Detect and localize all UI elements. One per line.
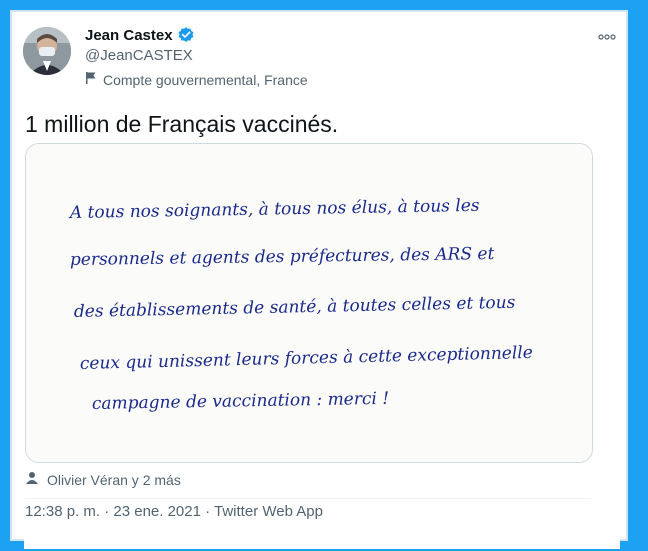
author-name[interactable]: Jean Castex: [85, 27, 173, 44]
tweet-media[interactable]: A tous nos soignants, à tous nos élus, à…: [25, 143, 593, 463]
avatar-image: [23, 27, 71, 75]
verified-badge-icon: [177, 26, 195, 44]
handwritten-letter: A tous nos soignants, à tous nos élus, à…: [26, 144, 592, 462]
tweet-text: 1 million de Français vaccinés.: [25, 111, 339, 137]
author-name-row[interactable]: Jean Castex: [85, 26, 195, 44]
author-handle[interactable]: @JeanCASTEX: [85, 47, 193, 64]
gov-label-row: Compte gouvernemental, France: [85, 71, 308, 88]
tagged-users[interactable]: Olivier Véran y 2 más: [47, 472, 181, 488]
divider: [25, 498, 591, 499]
gov-label: Compte gouvernemental, France: [103, 71, 308, 88]
tweet-timestamp[interactable]: 12:38 p. m. · 23 ene. 2021 · Twitter Web…: [25, 503, 323, 520]
more-icon[interactable]: [598, 27, 616, 45]
tagged-row[interactable]: Olivier Véran y 2 más: [25, 471, 181, 488]
avatar[interactable]: [23, 27, 71, 75]
person-icon: [25, 471, 39, 488]
flag-icon: [85, 71, 97, 88]
